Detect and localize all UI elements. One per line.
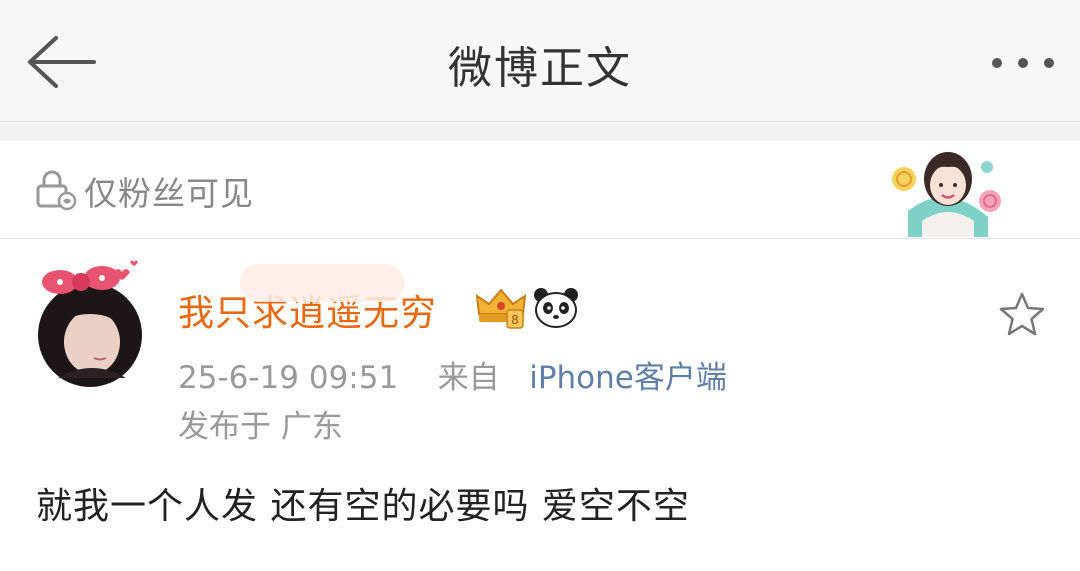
- user-avatar[interactable]: [30, 258, 150, 388]
- more-dots-icon: [992, 58, 1054, 68]
- visibility-row: 仅粉丝可见: [0, 141, 1080, 239]
- section-divider: [0, 123, 1080, 141]
- blur-mask: [240, 264, 405, 302]
- girl-sticker-image[interactable]: [886, 141, 1006, 237]
- lock-person-icon: [36, 170, 77, 211]
- more-button[interactable]: [988, 46, 1058, 80]
- svg-text:8: 8: [511, 313, 519, 327]
- crown-badge-icon[interactable]: 8: [473, 284, 529, 330]
- post-time: 25-6-19 09:51: [178, 360, 399, 396]
- post-meta: 25-6-19 09:51 来自 iPhone客户端: [178, 352, 727, 397]
- visibility-label: 仅粉丝可见: [84, 174, 254, 213]
- panda-icon[interactable]: [532, 286, 580, 328]
- from-label: 来自: [437, 360, 500, 396]
- star-outline-icon[interactable]: [997, 290, 1047, 338]
- source-link[interactable]: iPhone客户端: [529, 360, 727, 396]
- page-title: 微博正文: [448, 43, 632, 94]
- post-text: 就我一个人发 还有空的必要吗 爱空不空: [36, 486, 690, 527]
- post-location: 发布于 广东: [178, 409, 343, 445]
- top-navigation-bar: 微博正文: [0, 0, 1080, 122]
- post-card: 我只求逍遥无穷 8 25-6-19 09:51 来自 iPhone客户端 发布于…: [0, 240, 1080, 571]
